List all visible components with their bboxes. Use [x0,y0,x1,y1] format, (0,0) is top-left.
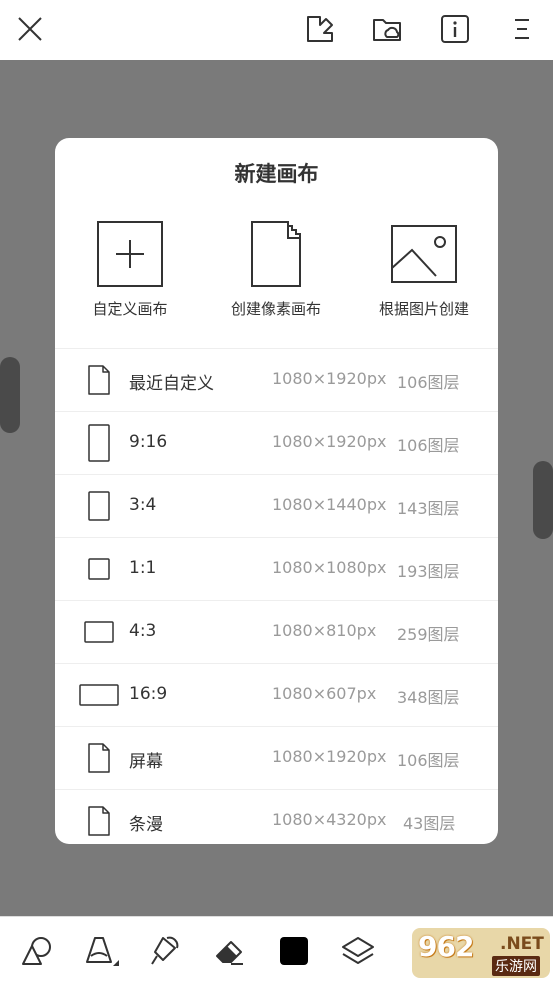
preset-row[interactable]: 条漫 1080×4320px 43图层 [55,789,498,844]
file-icon [77,349,121,411]
preset-row[interactable]: 4:3 1080×810px 259图层 [55,600,498,663]
from-image-option[interactable]: 根据图片创建 [349,220,498,319]
preset-layers: 106图层 [397,373,460,392]
ratio-16-9-icon [77,664,121,726]
image-icon [391,225,457,283]
new-canvas-dialog: 新建画布 自定义画布 创建像素画布 根据图片创建 最近自定义 1080×1920… [55,138,498,844]
left-slider-handle[interactable] [0,357,20,433]
close-icon[interactable] [13,12,47,46]
preset-row[interactable]: 16:9 1080×607px 348图层 [55,663,498,726]
preset-row[interactable]: 3:4 1080×1440px 143图层 [55,474,498,537]
watermark-sub: 乐游网 [492,956,540,976]
preset-layers: 259图层 [397,625,460,644]
pencil-icon[interactable] [84,933,120,969]
preset-name: 屏幕 [129,752,163,772]
preset-size: 1080×1080px [272,558,387,577]
preset-size: 1080×607px [272,684,377,703]
watermark-logo: 962 .NET 乐游网 [412,928,550,978]
preset-size: 1080×1920px [272,432,387,451]
shapes-icon[interactable] [20,933,56,969]
preset-list: 最近自定义 1080×1920px 106图层 9:16 1080×1920px… [55,348,498,844]
preset-name: 条漫 [129,815,163,835]
preset-size: 1080×1920px [272,369,387,388]
preset-name: 最近自定义 [129,374,214,394]
ratio-1-1-icon [77,538,121,600]
preset-size: 1080×1440px [272,495,387,514]
preset-size: 1080×810px [272,621,377,640]
file-icon [77,790,121,844]
preset-row[interactable]: 9:16 1080×1920px 106图层 [55,411,498,474]
preset-name: 9:16 [129,432,168,452]
dialog-title: 新建画布 [234,162,319,186]
preset-name: 16:9 [129,684,168,704]
folder-cloud-icon[interactable] [370,12,404,46]
preset-size: 1080×1920px [272,747,387,766]
top-toolbar [0,0,553,60]
menu-icon[interactable] [505,12,539,46]
pixel-canvas-option[interactable]: 创建像素画布 [201,220,351,319]
preset-layers: 43图层 [403,814,456,833]
custom-canvas-option[interactable]: 自定义画布 [55,220,205,319]
preset-row[interactable]: 最近自定义 1080×1920px 106图层 [55,348,498,411]
preset-layers: 106图层 [397,751,460,770]
preset-layers: 143图层 [397,499,460,518]
plus-square-icon [97,221,163,287]
preset-layers: 348图层 [397,688,460,707]
preset-name: 1:1 [129,558,157,578]
watermark-number: 962 [418,930,474,963]
pixel-file-icon [251,221,301,287]
layers-icon[interactable] [340,933,376,969]
preset-layers: 106图层 [397,436,460,455]
info-icon[interactable] [438,12,472,46]
pixel-canvas-label: 创建像素画布 [230,300,321,318]
preset-name: 4:3 [129,621,157,641]
eraser-icon[interactable] [212,933,248,969]
preset-row[interactable]: 屏幕 1080×1920px 106图层 [55,726,498,789]
color-swatch-icon[interactable] [276,933,312,969]
preset-name: 3:4 [129,495,157,515]
watermark-suffix: .NET [500,934,544,954]
ratio-4-3-icon [77,601,121,663]
from-image-label: 根据图片创建 [378,300,469,318]
canvas-edit-icon[interactable] [303,12,337,46]
preset-row[interactable]: 1:1 1080×1080px 193图层 [55,537,498,600]
file-icon [77,727,121,789]
preset-size: 1080×4320px [272,810,387,829]
preset-layers: 193图层 [397,562,460,581]
ratio-3-4-icon [77,475,121,537]
ratio-9-16-icon [77,412,121,474]
fill-bucket-icon[interactable] [148,933,184,969]
right-slider-handle[interactable] [533,461,553,539]
custom-canvas-label: 自定义画布 [92,300,168,318]
